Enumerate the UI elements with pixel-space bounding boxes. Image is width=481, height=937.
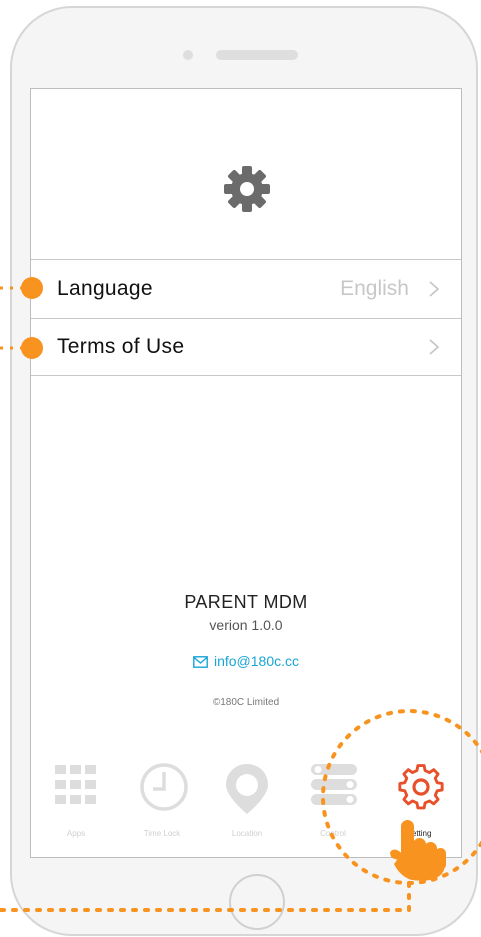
language-label: Language [57, 276, 153, 300]
tab-apps[interactable]: Apps [33, 763, 119, 853]
tab-bar: Apps Time Lock Location Control Setting [31, 757, 461, 857]
speaker-bar [216, 50, 298, 60]
language-row[interactable]: Language English [31, 259, 461, 317]
tab-label: Control [320, 829, 346, 838]
chevron-right-icon [429, 339, 440, 355]
camera-dot [183, 50, 193, 60]
tab-label: Location [231, 829, 263, 838]
mail-icon [193, 656, 208, 668]
chevron-right-icon [429, 280, 440, 297]
copyright-text: ©180C Limited [212, 697, 280, 708]
email-text: info@180c.cc [213, 653, 300, 669]
terms-of-use-row[interactable]: Terms of Use [31, 318, 461, 376]
gear-icon [398, 764, 444, 810]
app-version: verion 1.0.0 [209, 617, 283, 633]
tab-location[interactable]: Location [204, 763, 290, 853]
tab-label: Time Lock [143, 829, 181, 838]
tab-time-lock[interactable]: Time Lock [119, 763, 205, 853]
tab-setting[interactable]: Setting [376, 763, 461, 853]
tab-label: Apps [66, 829, 86, 838]
app-screen: Language English Terms of Use PARENT MDM… [30, 88, 462, 858]
location-pin-icon [226, 764, 268, 814]
toggles-icon [311, 764, 357, 805]
apps-grid-icon [55, 765, 96, 804]
settings-gear-icon [224, 166, 270, 212]
tab-control[interactable]: Control [290, 763, 376, 853]
home-button[interactable] [229, 874, 285, 930]
language-value: English [340, 276, 409, 300]
app-name: PARENT MDM [184, 592, 308, 612]
email-link[interactable]: info@180c.cc [31, 653, 461, 669]
tab-label: Setting [406, 829, 432, 838]
clock-icon [140, 763, 188, 811]
terms-of-use-label: Terms of Use [57, 335, 185, 358]
